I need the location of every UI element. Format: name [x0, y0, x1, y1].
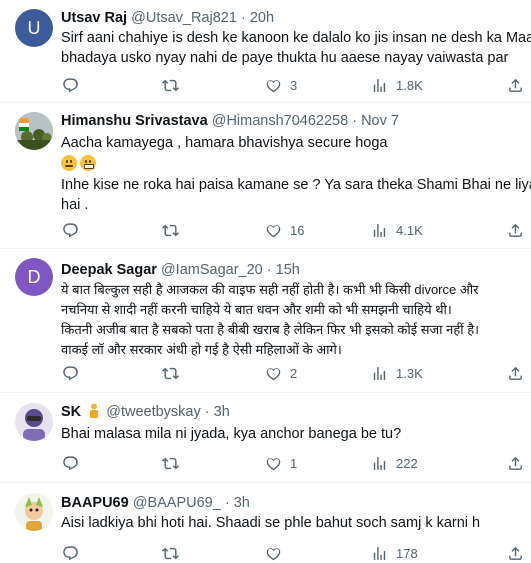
views-button[interactable]: 1.8K — [371, 75, 423, 95]
tweet[interactable]: BAAPU69 @BAAPU69_ · 3h Aisi ladkiya bhi … — [0, 483, 531, 563]
retweet-button[interactable] — [162, 220, 187, 240]
timestamp[interactable]: 3h — [234, 495, 250, 511]
tweet-actions: 16 4.1K — [52, 220, 527, 240]
avatar-image — [15, 112, 53, 150]
like-button[interactable] — [265, 543, 290, 563]
like-icon — [266, 367, 281, 380]
views-icon — [373, 366, 386, 380]
author-handle[interactable]: @IamSagar_20 — [161, 262, 263, 278]
share-icon — [509, 223, 522, 237]
retweet-button[interactable] — [162, 75, 187, 95]
reply-icon — [63, 545, 78, 560]
share-button[interactable] — [507, 75, 524, 95]
avatar[interactable]: D — [15, 258, 53, 296]
avatar[interactable] — [15, 112, 53, 150]
timestamp[interactable]: Nov 7 — [361, 113, 399, 129]
tweet[interactable]: SK @tweetbyskay · 3h Bhai malasa mila ni… — [0, 393, 531, 483]
tweet-header: Himanshu Srivastava @Himansh70462258 · N… — [61, 113, 399, 129]
tweet-text: Aisi ladkiya bhi hoti hai. Shaadi se phl… — [61, 515, 481, 531]
like-button[interactable]: 3 — [265, 75, 297, 95]
retweet-button[interactable] — [162, 453, 187, 473]
avatar-image — [15, 493, 53, 531]
like-button[interactable]: 16 — [265, 220, 304, 240]
share-icon — [509, 366, 522, 380]
views-button[interactable]: 4.1K — [371, 220, 423, 240]
tweet-text: ये बात बिल्कुल सही है आजकल की वाइफ सही न… — [61, 282, 480, 357]
like-icon — [266, 79, 281, 92]
author-handle[interactable]: @Utsav_Raj821 — [131, 10, 237, 26]
like-button[interactable]: 1 — [265, 453, 297, 473]
emoji-row — [61, 153, 516, 175]
tweet-header: Utsav Raj @Utsav_Raj821 · 20h — [61, 10, 275, 26]
share-icon — [509, 546, 522, 560]
reply-icon — [63, 365, 78, 380]
tweet-actions: 3 1.8K — [52, 75, 527, 95]
like-button[interactable]: 2 — [265, 363, 297, 383]
like-icon — [266, 457, 281, 470]
author-name[interactable]: SK — [61, 404, 81, 420]
views-icon — [373, 456, 386, 470]
reply-icon — [63, 77, 78, 92]
tweet-text: Sirf aani chahiye is desh ke kanoon ke d… — [61, 30, 531, 66]
like-icon — [266, 547, 281, 560]
timestamp[interactable]: 15h — [276, 262, 300, 278]
share-button[interactable] — [507, 543, 524, 563]
reply-button[interactable] — [62, 363, 87, 383]
retweet-icon — [162, 367, 179, 379]
tweet[interactable]: D Deepak Sagar @IamSagar_20 · 15h ये बात… — [0, 249, 531, 393]
timestamp[interactable]: 20h — [250, 10, 274, 26]
avatar[interactable] — [15, 403, 53, 441]
tweet-header: Deepak Sagar @IamSagar_20 · 15h — [61, 262, 300, 278]
tweet-header: BAAPU69 @BAAPU69_ · 3h — [61, 495, 250, 511]
reply-button[interactable] — [62, 453, 87, 473]
tweet[interactable]: U Utsav Raj @Utsav_Raj821 · 20h Sirf aan… — [0, 0, 531, 103]
author-name[interactable]: Utsav Raj — [61, 10, 127, 26]
share-button[interactable] — [507, 220, 524, 240]
reply-icon — [63, 222, 78, 237]
grimacing-face-emoji — [80, 155, 96, 172]
share-icon — [509, 78, 522, 92]
retweet-icon — [162, 79, 179, 91]
tweet-text: Aacha kamayega , hamara bhavishya secure… — [61, 135, 531, 213]
views-button[interactable]: 222 — [371, 453, 418, 473]
avatar-image — [15, 403, 53, 441]
retweet-icon — [162, 547, 179, 559]
author-name[interactable]: Himanshu Srivastava — [61, 113, 208, 129]
tweet-header: SK @tweetbyskay · 3h — [61, 403, 230, 420]
avatar[interactable] — [15, 493, 53, 531]
tweet-actions: 178 — [52, 543, 527, 563]
views-icon — [373, 546, 386, 560]
like-icon — [266, 224, 281, 237]
author-name[interactable]: BAAPU69 — [61, 495, 129, 511]
neutral-face-emoji — [61, 155, 77, 172]
retweet-button[interactable] — [162, 543, 187, 563]
avatar[interactable]: U — [15, 9, 53, 47]
reply-button[interactable] — [62, 543, 87, 563]
reply-button[interactable] — [62, 75, 87, 95]
tweet[interactable]: Himanshu Srivastava @Himansh70462258 · N… — [0, 103, 531, 249]
views-icon — [373, 223, 386, 237]
share-button[interactable] — [507, 453, 524, 473]
person-emoji-icon — [90, 403, 99, 418]
reply-icon — [63, 455, 78, 470]
tweet-actions: 1 222 — [52, 453, 527, 473]
tweet-actions: 2 1.3K — [52, 363, 527, 383]
author-handle[interactable]: @BAAPU69_ — [133, 495, 221, 511]
author-name[interactable]: Deepak Sagar — [61, 262, 157, 278]
author-handle[interactable]: @Himansh70462258 — [212, 113, 348, 129]
share-button[interactable] — [507, 363, 524, 383]
views-button[interactable]: 178 — [371, 543, 418, 563]
retweet-button[interactable] — [162, 363, 187, 383]
views-icon — [373, 78, 386, 92]
share-icon — [509, 456, 522, 470]
author-handle[interactable]: @tweetbyskay — [106, 404, 201, 420]
views-button[interactable]: 1.3K — [371, 363, 423, 383]
reply-button[interactable] — [62, 220, 87, 240]
retweet-icon — [162, 457, 179, 469]
retweet-icon — [162, 224, 179, 236]
timestamp[interactable]: 3h — [214, 404, 230, 420]
tweet-text: Bhai malasa mila ni jyada, kya anchor ba… — [61, 426, 402, 442]
